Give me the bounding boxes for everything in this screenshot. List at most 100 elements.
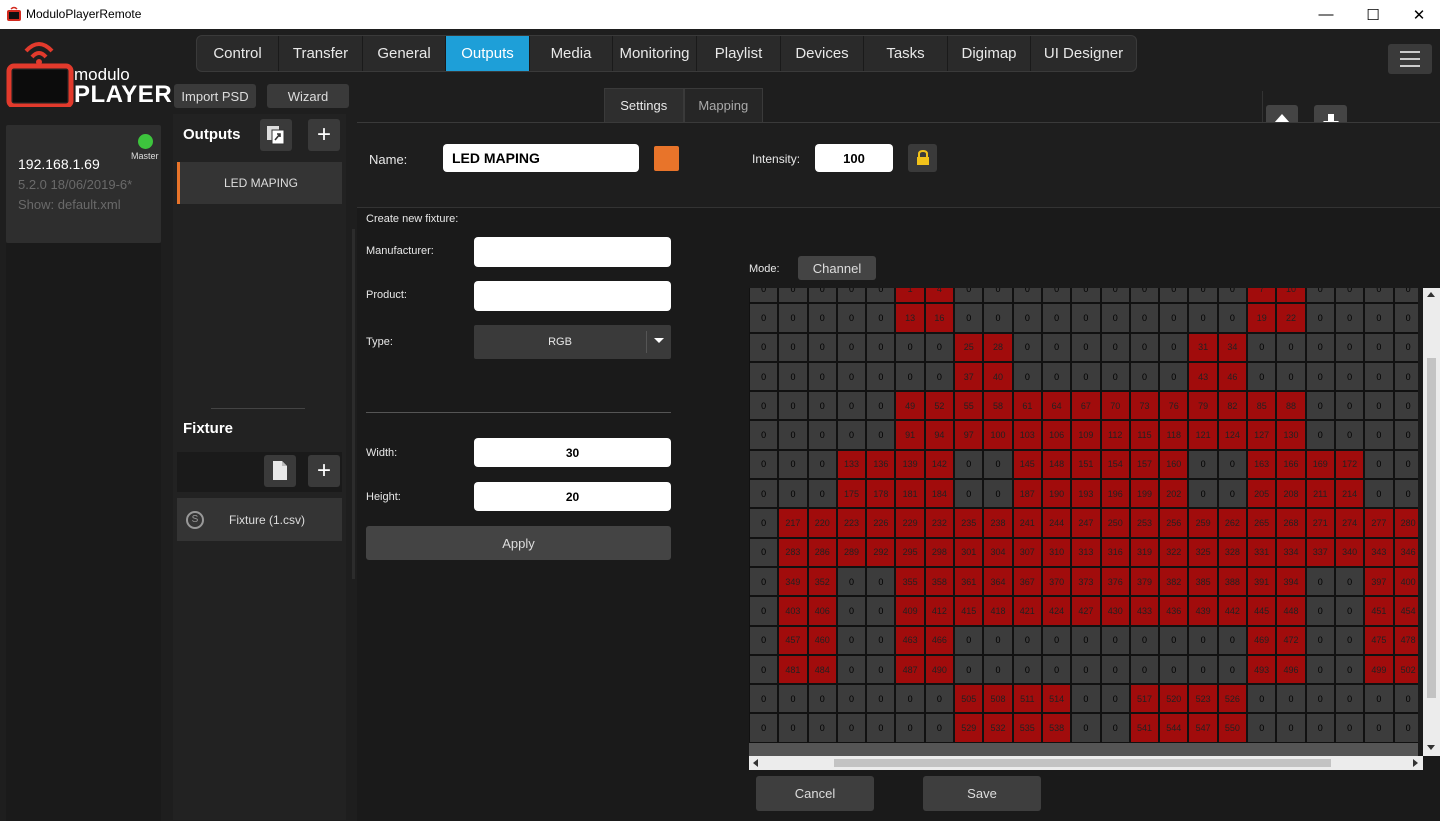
grid-cell[interactable]: 388 (1217, 566, 1248, 597)
device-card[interactable]: Master 192.168.1.69 5.2.0 18/06/2019-6* … (6, 125, 161, 243)
grid-cell[interactable]: 0 (1012, 654, 1042, 685)
import-psd-button[interactable]: Import PSD (174, 84, 256, 108)
product-input[interactable] (474, 281, 671, 311)
grid-cell[interactable]: 259 (1188, 508, 1218, 538)
grid-cell[interactable]: 37 (954, 361, 984, 392)
grid-cell[interactable]: 0 (836, 332, 867, 362)
grid-cell[interactable]: 0 (749, 566, 779, 597)
grid-cell[interactable]: 0 (1012, 625, 1042, 655)
grid-cell[interactable]: 304 (983, 537, 1013, 567)
grid-cell[interactable]: 0 (1364, 303, 1394, 333)
grid-cell[interactable]: 202 (1159, 479, 1189, 509)
grid-cell[interactable]: 352 (807, 566, 837, 597)
grid-cell[interactable]: 0 (836, 596, 867, 626)
grid-cell[interactable]: 379 (1129, 566, 1160, 597)
grid-cell[interactable]: 196 (1100, 479, 1130, 509)
grid-cell[interactable]: 0 (1217, 288, 1248, 304)
grid-cell[interactable]: 0 (1100, 654, 1130, 685)
grid-cell[interactable]: 0 (1305, 303, 1335, 333)
grid-cell[interactable]: 55 (954, 391, 984, 421)
color-swatch[interactable] (654, 146, 679, 171)
grid-cell[interactable]: 0 (1276, 332, 1306, 362)
grid-cell[interactable]: 0 (1334, 391, 1365, 421)
grid-cell[interactable]: 0 (1334, 566, 1365, 597)
tab-mapping[interactable]: Mapping (683, 88, 763, 122)
grid-cell[interactable]: 0 (778, 303, 808, 333)
grid-cell[interactable]: 0 (1012, 288, 1042, 304)
grid-cell[interactable]: 0 (749, 537, 779, 567)
grid-cell[interactable]: 0 (983, 288, 1013, 304)
grid-cell[interactable]: 520 (1159, 684, 1189, 714)
grid-cell[interactable]: 0 (1100, 713, 1130, 743)
grid-cell[interactable]: 0 (983, 625, 1013, 655)
grid-cell[interactable]: 499 (1364, 654, 1394, 685)
grid-cell[interactable]: 0 (1041, 625, 1072, 655)
scroll-thumb[interactable] (1427, 358, 1436, 698)
grid-cell[interactable]: 238 (983, 508, 1013, 538)
grid-cell[interactable]: 0 (1364, 391, 1394, 421)
grid-cell[interactable]: 0 (1276, 684, 1306, 714)
grid-cell[interactable]: 49 (895, 391, 925, 421)
grid-cell[interactable]: 418 (983, 596, 1013, 626)
grid-cell[interactable]: 0 (1364, 449, 1394, 480)
grid-cell[interactable]: 0 (866, 654, 896, 685)
grid-cell[interactable]: 0 (954, 303, 984, 333)
grid-cell[interactable]: 0 (778, 684, 808, 714)
grid-cell[interactable]: 0 (1012, 361, 1042, 392)
grid-cell[interactable]: 88 (1276, 391, 1306, 421)
grid-cell[interactable]: 0 (778, 713, 808, 743)
grid-cell[interactable]: 226 (866, 508, 896, 538)
grid-cell[interactable]: 0 (1159, 654, 1189, 685)
grid-cell[interactable]: 0 (1217, 479, 1248, 509)
grid-cell[interactable]: 0 (749, 479, 779, 509)
grid-cell[interactable]: 109 (1071, 420, 1101, 450)
grid-cell[interactable]: 400 (1393, 566, 1418, 597)
grid-cell[interactable]: 505 (954, 684, 984, 714)
close-button[interactable]: ✕ (1396, 0, 1440, 29)
grid-cell[interactable]: 0 (1129, 332, 1160, 362)
grid-cell[interactable]: 82 (1217, 391, 1248, 421)
grid-cell[interactable]: 301 (954, 537, 984, 567)
grid-cell[interactable]: 0 (778, 391, 808, 421)
grid-cell[interactable]: 0 (807, 391, 837, 421)
grid-cell[interactable]: 0 (1276, 713, 1306, 743)
grid-cell[interactable]: 262 (1217, 508, 1248, 538)
grid-cell[interactable]: 0 (983, 479, 1013, 509)
grid-cell[interactable]: 0 (1334, 596, 1365, 626)
grid-cell[interactable]: 0 (1305, 625, 1335, 655)
grid-cell[interactable]: 46 (1217, 361, 1248, 392)
grid-cell[interactable]: 0 (1305, 361, 1335, 392)
grid-cell[interactable]: 145 (1012, 449, 1042, 480)
grid-cell[interactable]: 535 (1012, 713, 1042, 743)
grid-cell[interactable]: 430 (1100, 596, 1130, 626)
grid-cell[interactable]: 0 (1393, 303, 1418, 333)
add-fixture-button[interactable]: + (308, 455, 340, 487)
grid-cell[interactable]: 0 (836, 391, 867, 421)
grid-cell[interactable]: 0 (749, 303, 779, 333)
grid-cell[interactable]: 223 (836, 508, 867, 538)
grid-cell[interactable]: 523 (1188, 684, 1218, 714)
grid-cell[interactable]: 0 (954, 479, 984, 509)
scroll-thumb[interactable] (834, 759, 1331, 767)
grid-cell[interactable]: 376 (1100, 566, 1130, 597)
grid-cell[interactable]: 187 (1012, 479, 1042, 509)
grid-cell[interactable]: 0 (1159, 303, 1189, 333)
grid-cell[interactable]: 190 (1041, 479, 1072, 509)
grid-cell[interactable]: 232 (924, 508, 955, 538)
grid-cell[interactable]: 43 (1188, 361, 1218, 392)
grid-cell[interactable]: 100 (983, 420, 1013, 450)
grid-cell[interactable]: 463 (895, 625, 925, 655)
grid-cell[interactable]: 199 (1129, 479, 1160, 509)
grid-cell[interactable]: 0 (1071, 625, 1101, 655)
tab-general[interactable]: General (363, 36, 446, 71)
grid-cell[interactable]: 0 (866, 713, 896, 743)
grid-cell[interactable]: 0 (807, 288, 837, 304)
grid-cell[interactable]: 298 (924, 537, 955, 567)
grid-cell[interactable]: 34 (1217, 332, 1248, 362)
grid-cell[interactable]: 0 (1305, 713, 1335, 743)
grid-cell[interactable]: 133 (836, 449, 867, 480)
grid-cell[interactable]: 0 (1334, 713, 1365, 743)
grid-cell[interactable]: 184 (924, 479, 955, 509)
grid-cell[interactable]: 271 (1305, 508, 1335, 538)
grid-cell[interactable]: 0 (1393, 361, 1418, 392)
